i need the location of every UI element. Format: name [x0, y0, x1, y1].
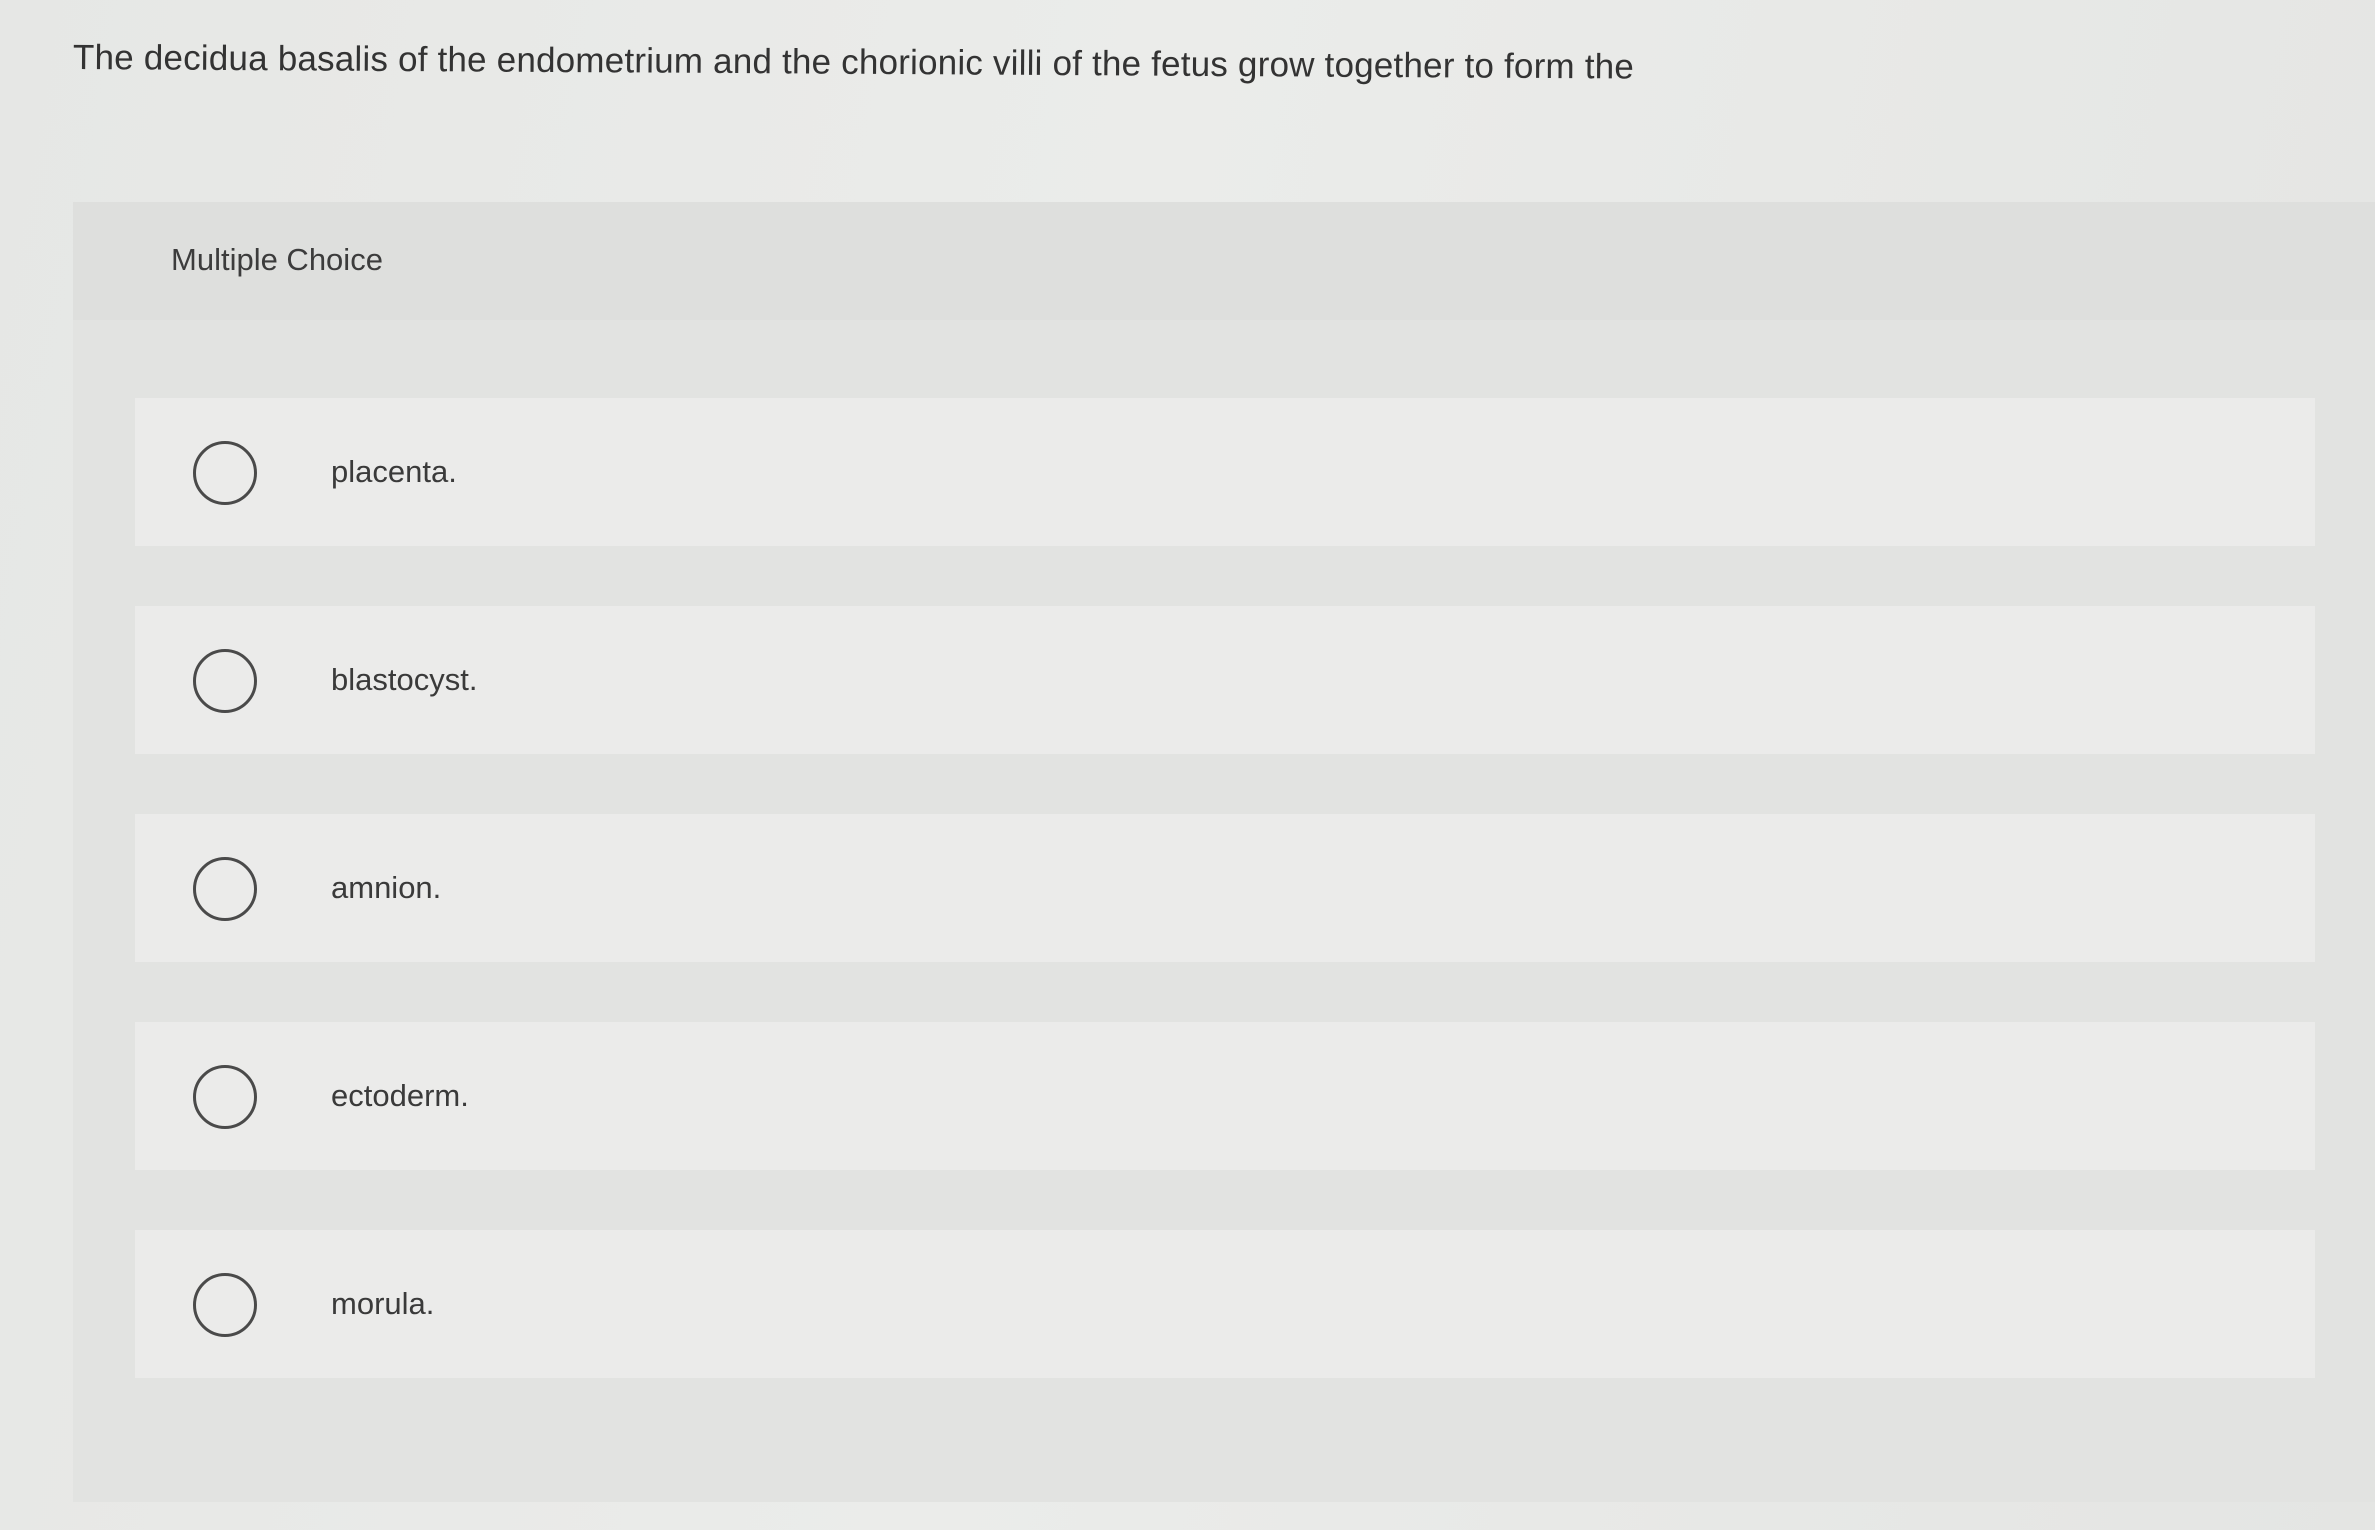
answer-option-label: ectoderm.: [331, 1078, 469, 1113]
answer-option-morula[interactable]: morula.: [135, 1230, 2315, 1378]
question-text: The decidua basalis of the endometrium a…: [72, 38, 1635, 87]
radio-button[interactable]: [193, 441, 257, 505]
radio-button[interactable]: [193, 649, 257, 713]
answer-option-blastocyst[interactable]: blastocyst.: [135, 606, 2315, 754]
multiple-choice-panel: Multiple Choice placenta. blastocyst. am…: [73, 202, 2375, 1502]
answer-option-amnion[interactable]: amnion.: [135, 814, 2315, 962]
radio-button[interactable]: [193, 857, 257, 921]
quiz-screen: The decidua basalis of the endometrium a…: [0, 0, 2375, 1530]
answer-options: placenta. blastocyst. amnion. ectoderm. …: [135, 398, 2315, 1438]
answer-option-label: amnion.: [331, 870, 442, 905]
question-type-label: Multiple Choice: [171, 242, 383, 277]
answer-option-placenta[interactable]: placenta.: [135, 398, 2315, 546]
answer-option-label: morula.: [331, 1286, 435, 1321]
panel-header: Multiple Choice: [73, 202, 2375, 320]
radio-button[interactable]: [193, 1273, 257, 1337]
answer-option-ectoderm[interactable]: ectoderm.: [135, 1022, 2315, 1170]
answer-option-label: blastocyst.: [331, 662, 478, 697]
answer-option-label: placenta.: [331, 454, 457, 489]
radio-button[interactable]: [193, 1065, 257, 1129]
